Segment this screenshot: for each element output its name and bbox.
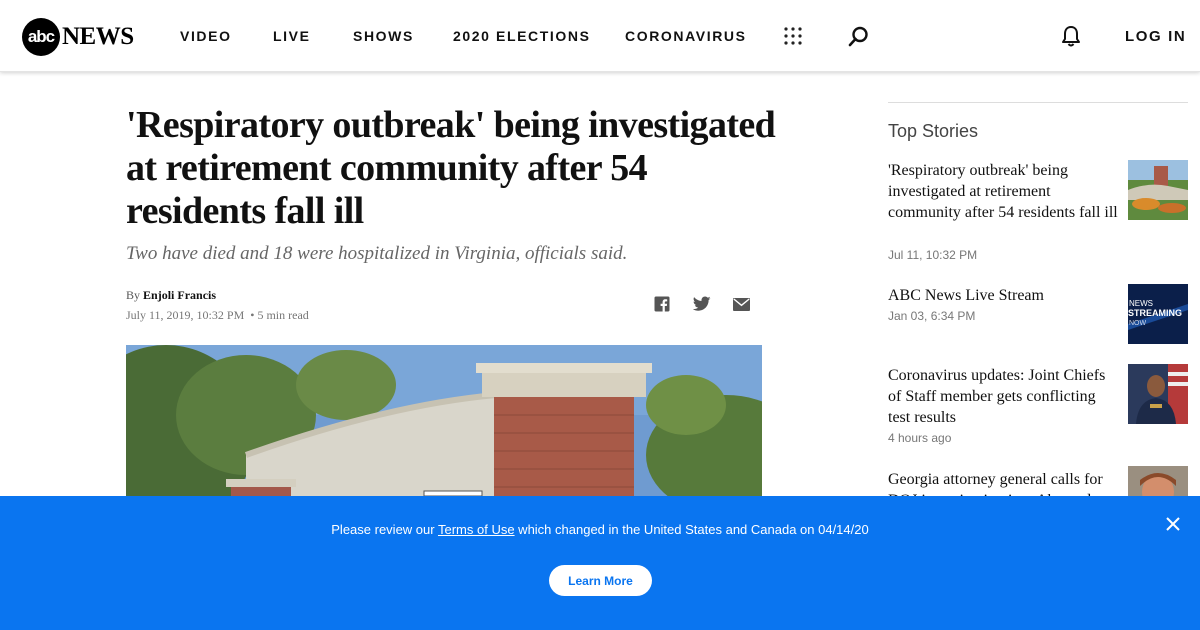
banner-text-before: Please review our — [331, 522, 438, 537]
search-icon[interactable] — [848, 26, 869, 52]
terms-of-use-link[interactable]: Terms of Use — [438, 522, 515, 537]
facebook-icon[interactable] — [654, 296, 670, 317]
author-link[interactable]: Enjoli Francis — [143, 288, 216, 302]
thumb-text-streaming: STREAMING — [1128, 308, 1182, 318]
story-time: Jan 03, 6:34 PM — [888, 309, 976, 323]
twitter-icon[interactable] — [692, 296, 711, 317]
logo-text: NEWS — [62, 23, 134, 50]
nav-item-shows[interactable]: SHOWS — [353, 28, 414, 44]
thumb-text-now: NOW — [1129, 320, 1147, 327]
story-title[interactable]: 'Respiratory outbreak' being investigate… — [888, 160, 1118, 223]
logo-mark: abc — [22, 18, 60, 56]
nav-item-video[interactable]: VIDEO — [180, 28, 232, 44]
article-headline: 'Respiratory outbreak' being investigate… — [126, 104, 776, 232]
learn-more-button[interactable]: Learn More — [549, 565, 652, 596]
article-dateline: July 11, 2019, 10:32 PM • 5 min read — [126, 308, 309, 323]
close-icon[interactable] — [1164, 515, 1182, 538]
top-story-item[interactable]: ABC News Live Stream Jan 03, 6:34 PM NEW… — [888, 284, 1188, 354]
thumb-text-news: NEWS — [1129, 299, 1153, 308]
story-thumbnail[interactable] — [1128, 364, 1188, 424]
article-date: July 11, 2019, 10:32 PM — [126, 308, 245, 322]
grid-menu-icon[interactable] — [784, 27, 802, 50]
banner-message: Please review our Terms of Use which cha… — [0, 522, 1200, 537]
nav-item-2020-elections[interactable]: 2020 ELECTIONS — [453, 28, 591, 44]
bell-icon[interactable] — [1060, 25, 1082, 52]
article-hero-image — [126, 345, 762, 496]
sidebar-divider — [888, 102, 1188, 103]
story-thumbnail[interactable] — [1128, 160, 1188, 220]
story-title[interactable]: Coronavirus updates: Joint Chiefs of Sta… — [888, 365, 1118, 428]
byline-prefix: By — [126, 288, 141, 302]
article-subhead: Two have died and 18 were hospitalized i… — [126, 243, 628, 264]
story-title[interactable]: ABC News Live Stream — [888, 285, 1118, 306]
story-time: Jul 11, 10:32 PM — [888, 248, 978, 262]
top-story-item[interactable]: 'Respiratory outbreak' being investigate… — [888, 160, 1188, 270]
abc-news-logo[interactable]: abc NEWS — [22, 17, 134, 57]
read-time: • 5 min read — [250, 308, 309, 322]
site-header: abc NEWS VIDEO LIVE SHOWS 2020 ELECTIONS… — [0, 0, 1200, 72]
banner-text-after: which changed in the United States and C… — [514, 522, 869, 537]
story-time: 4 hours ago — [888, 431, 952, 445]
top-story-item[interactable]: Coronavirus updates: Joint Chiefs of Sta… — [888, 364, 1188, 454]
story-thumbnail[interactable]: NEWS STREAMING NOW — [1128, 284, 1188, 344]
terms-banner: Please review our Terms of Use which cha… — [0, 496, 1200, 630]
nav-item-live[interactable]: LIVE — [273, 28, 311, 44]
byline: By Enjoli Francis — [126, 288, 216, 303]
login-button[interactable]: LOG IN — [1125, 28, 1186, 45]
nav-item-coronavirus[interactable]: CORONAVIRUS — [625, 28, 747, 44]
top-stories-title: Top Stories — [888, 121, 979, 141]
email-icon[interactable] — [733, 298, 750, 316]
